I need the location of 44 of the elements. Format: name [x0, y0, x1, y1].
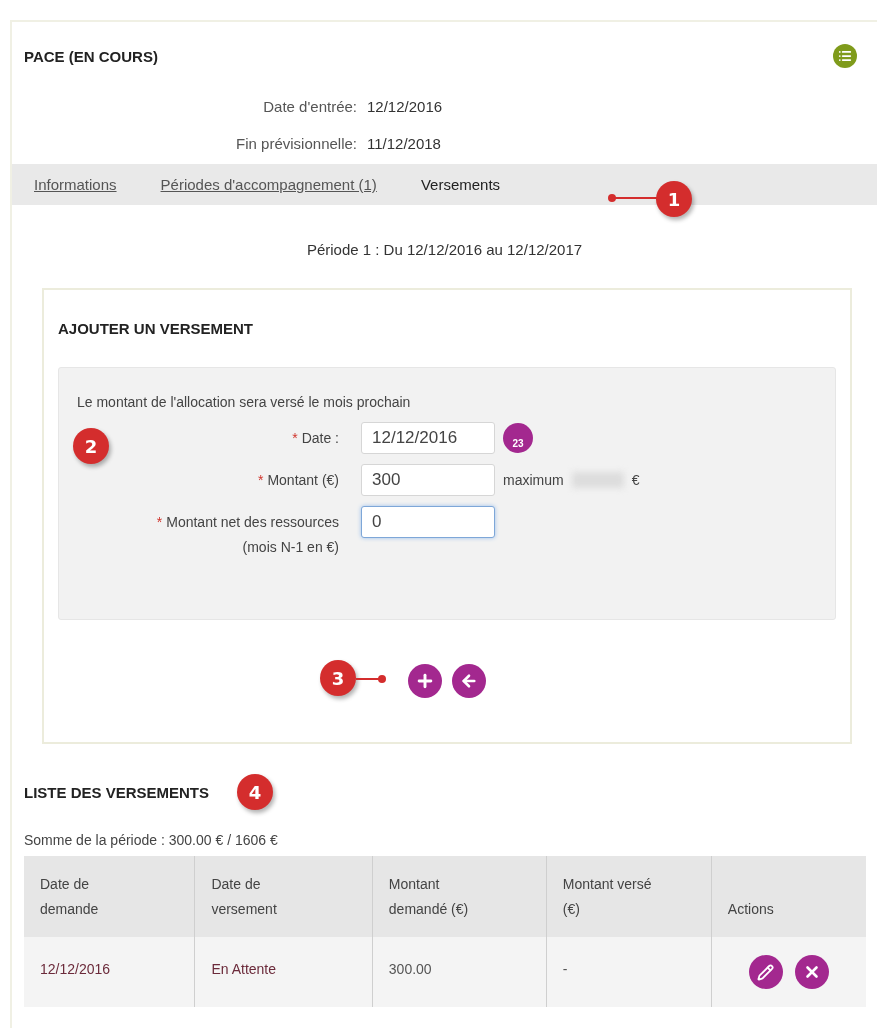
period-sum: Somme de la période : 300.00 € / 1606 €: [24, 832, 279, 848]
form-title: AJOUTER UN VERSEMENT: [58, 320, 255, 337]
section-title: PACE (EN COURS): [24, 47, 158, 65]
table-cell: -: [546, 937, 712, 1007]
field-label: Date d'entrée:: [262, 98, 357, 115]
field-label: * Montant net des ressources (mois N-1 en €): [155, 513, 339, 557]
list-title: LISTE DES VERSEMENTS: [24, 783, 210, 801]
column-header: Date de demande: [24, 856, 195, 937]
tab[interactable]: Informations: [34, 176, 117, 193]
field-label: Fin prévisionnelle:: [235, 135, 357, 152]
column-header: Montant demandé (€): [372, 856, 547, 937]
field-value: 11/12/2018: [367, 135, 442, 152]
currency-text: €: [631, 472, 640, 488]
add-button[interactable]: [408, 664, 442, 698]
table-cell: En Attente: [194, 937, 373, 1007]
calendar-icon[interactable]: 23: [503, 423, 533, 453]
plus-icon: [415, 671, 435, 691]
delete-button[interactable]: [794, 955, 829, 989]
tab[interactable]: Périodes d'accompagnement (1): [160, 176, 377, 193]
pencil-icon: [757, 963, 775, 981]
callout-number: 1: [656, 181, 692, 217]
back-button[interactable]: [452, 664, 486, 698]
field-label: * Montant (€): [256, 471, 339, 490]
period-text: Période 1 : Du 12/12/2016 au 12/12/2017: [305, 241, 584, 258]
callout-number: 3: [320, 660, 356, 696]
list-icon[interactable]: [833, 44, 857, 68]
input-field[interactable]: 12/12/2016: [361, 422, 495, 454]
field-value: 12/12/2016: [367, 98, 444, 115]
leader-line: [356, 675, 386, 683]
table-cell: 12/12/2016: [24, 937, 195, 1007]
column-header: Actions: [711, 856, 866, 937]
table-cell: 300.00: [372, 937, 547, 1007]
input-field[interactable]: 300: [361, 464, 495, 496]
leader-line: [608, 194, 658, 202]
info-text: Le montant de l'allocation sera versé le mois prochain: [77, 394, 412, 410]
edit-button[interactable]: [748, 955, 783, 989]
field-label: * Date :: [291, 429, 339, 448]
callout-number: 4: [237, 774, 274, 810]
column-header: Montant versé (€): [546, 856, 712, 937]
tab[interactable]: Versements: [420, 176, 501, 193]
callout-number: 2: [73, 428, 109, 464]
input-field[interactable]: 0: [361, 506, 495, 538]
column-header: Date de versement: [194, 856, 373, 937]
hint-text: maximum: [503, 472, 564, 488]
